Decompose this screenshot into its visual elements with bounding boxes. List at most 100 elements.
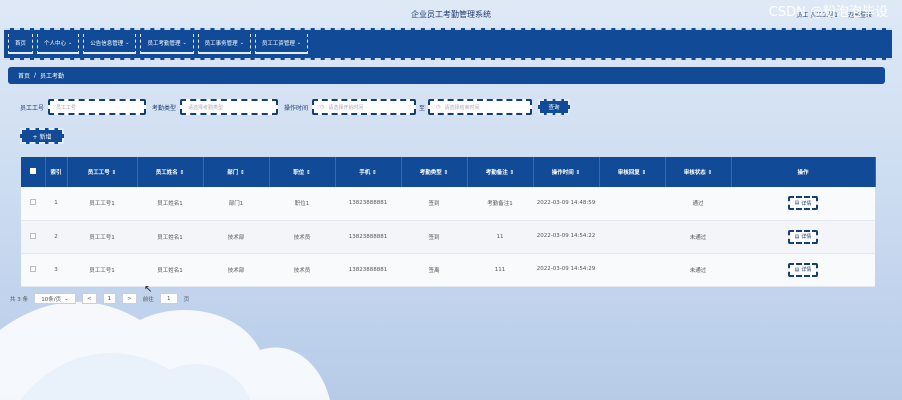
- column-header-6[interactable]: 考勤类型 ⇕: [401, 157, 468, 187]
- cell-name: 员工姓名1: [137, 220, 203, 254]
- table-row: 2 员工工号1 员工姓名1 技术部 技术员 13823888881 签到 11 2022-03-…: [21, 220, 875, 254]
- cell-reply: [599, 253, 665, 287]
- nav-item-2[interactable]: 公告信息管理 ⌄: [83, 34, 137, 54]
- watermark: CSDN @粉泡泡毕设: [768, 5, 888, 20]
- cell-type: 签到: [401, 220, 467, 254]
- range-to-label: 至: [419, 104, 426, 112]
- nav-item-5[interactable]: 员工工资管理 ⌄: [254, 34, 309, 54]
- row-checkbox[interactable]: [21, 220, 45, 254]
- goto-label: 前往: [142, 296, 154, 303]
- chevron-down-icon: ⌄: [125, 40, 130, 46]
- emp-no-input[interactable]: 员工工号: [48, 99, 147, 115]
- cell-time: 2022-03-09 14:54:22: [533, 220, 599, 254]
- start-time-picker[interactable]: ◷ 请选择开始时间: [312, 99, 417, 115]
- type-select[interactable]: 请选择考勤类型: [180, 99, 279, 115]
- system-title: 企业员工考勤管理系统: [411, 10, 491, 19]
- cell-action: ▤ 详情: [731, 220, 875, 254]
- next-page-button[interactable]: >: [122, 293, 137, 304]
- row-checkbox[interactable]: [21, 253, 45, 287]
- cell-status: 未通过: [665, 220, 731, 254]
- column-header-0: 索引: [45, 157, 68, 187]
- breadcrumb-separator: /: [34, 72, 37, 79]
- clock-icon: ◷: [320, 104, 325, 110]
- cell-index: 3: [45, 253, 67, 287]
- app-root: 企业员工考勤管理系统 员工 员工工号1 退出登录 首页 个人中心 ⌄ 公告信息管理 ⌄ 员…: [0, 0, 902, 304]
- breadcrumb-home[interactable]: 首页: [18, 71, 30, 80]
- cell-position: 技术员: [269, 220, 335, 254]
- column-header-2[interactable]: 员工姓名 ⇕: [137, 157, 204, 187]
- cell-reply: [599, 187, 665, 221]
- breadcrumb-current: 员工考勤: [40, 73, 65, 80]
- chevron-down-icon: ⌄: [182, 40, 187, 46]
- nav-item-3[interactable]: 员工考勤管理 ⌄: [140, 34, 194, 54]
- document-icon: ▤: [794, 233, 800, 240]
- add-button[interactable]: + 新增: [20, 128, 64, 144]
- query-button[interactable]: 查询: [538, 99, 571, 115]
- cell-reply: [599, 220, 665, 254]
- detail-button[interactable]: ▤ 详情: [787, 262, 819, 277]
- cell-time: 2022-03-09 14:54:29: [533, 253, 599, 287]
- page-size-select[interactable]: 10条/页 ⌄: [34, 293, 76, 304]
- cell-remark: 111: [467, 253, 533, 287]
- document-icon: ▤: [794, 266, 800, 273]
- select-all-checkbox[interactable]: [21, 157, 46, 187]
- cell-name: 员工姓名1: [137, 187, 203, 221]
- cell-index: 1: [45, 187, 67, 221]
- column-header-8[interactable]: 操作时间 ⇕: [533, 157, 600, 187]
- cell-position: 技术员: [269, 253, 335, 287]
- clock-icon: ◷: [436, 104, 441, 110]
- total-count: 共 3 条: [10, 296, 28, 303]
- cell-type: 签离: [401, 253, 467, 287]
- cell-type: 签到: [401, 187, 467, 221]
- cell-time: 2022-03-09 14:48:59: [533, 187, 599, 221]
- nav-item-4[interactable]: 员工事务管理 ⌄: [197, 34, 251, 54]
- column-header-5[interactable]: 手机 ⇕: [335, 157, 402, 187]
- prev-page-button[interactable]: <: [82, 293, 97, 304]
- search-bar: 员工工号 员工工号 考勤类型 请选择考勤类型 操作时间 ◷ 请选择开始时间 至 …: [20, 99, 571, 115]
- end-time-picker[interactable]: ◷ 请选择结束时间: [428, 99, 533, 115]
- main-nav: 首页 个人中心 ⌄ 公告信息管理 ⌄ 员工考勤管理 ⌄ 员工事务管理 ⌄ 员工工资管理 ⌄: [4, 28, 892, 60]
- cell-phone: 13823888881: [335, 187, 401, 221]
- document-icon: ▤: [794, 200, 800, 207]
- pagination: 共 3 条 10条/页 ⌄ < 1 > 前往 1 页: [10, 293, 189, 304]
- emp-no-label: 员工工号: [20, 104, 45, 112]
- detail-button[interactable]: ▤ 详情: [787, 196, 819, 211]
- cell-position: 职位1: [269, 187, 335, 221]
- chevron-down-icon: ⌄: [296, 40, 302, 46]
- column-header-11: 操作: [731, 157, 876, 187]
- goto-input[interactable]: 1: [159, 293, 178, 304]
- column-header-3[interactable]: 部门 ⇕: [203, 157, 270, 187]
- nav-item-0[interactable]: 首页: [8, 34, 34, 54]
- page-unit: 页: [183, 296, 190, 303]
- page-1-button[interactable]: 1: [102, 293, 117, 304]
- cell-dept: 技术部: [203, 253, 269, 287]
- nav-item-1[interactable]: 个人中心 ⌄: [37, 34, 80, 54]
- cell-phone: 13823888881: [335, 253, 401, 287]
- cell-status: 未通过: [665, 253, 731, 287]
- cell-remark: 11: [467, 220, 533, 254]
- type-label: 考勤类型: [152, 104, 177, 112]
- top-bar: 企业员工考勤管理系统 员工 员工工号1 退出登录: [0, 0, 902, 28]
- column-header-9[interactable]: 审核回复 ⇕: [599, 157, 666, 187]
- column-header-10[interactable]: 审核状态 ⇕: [665, 157, 732, 187]
- column-header-4[interactable]: 职位 ⇕: [269, 157, 336, 187]
- time-label: 操作时间: [284, 104, 309, 112]
- cell-status: 通过: [665, 187, 731, 221]
- column-header-7[interactable]: 考勤备注 ⇕: [467, 157, 534, 187]
- cell-action: ▤ 详情: [731, 187, 875, 221]
- breadcrumb: 首页 / 员工考勤: [8, 67, 885, 84]
- table-header-row: 索引 员工工号 ⇕ 员工姓名 ⇕ 部门 ⇕ 职位 ⇕ 手机 ⇕ 考勤类型 ⇕ 考勤备注 ⇕ 操作…: [21, 157, 876, 187]
- row-checkbox[interactable]: [21, 187, 45, 221]
- chevron-down-icon: ⌄: [68, 40, 73, 46]
- cell-emp_no: 员工工号1: [67, 187, 137, 221]
- column-header-1[interactable]: 员工工号 ⇕: [67, 157, 138, 187]
- mouse-cursor-icon: ↖: [144, 284, 153, 295]
- cell-dept: 部门1: [203, 187, 269, 221]
- detail-button[interactable]: ▤ 详情: [787, 229, 819, 244]
- cell-remark: 考勤备注1: [467, 187, 533, 221]
- cell-emp_no: 员工工号1: [67, 253, 137, 287]
- cell-phone: 13823888881: [335, 220, 401, 254]
- chevron-down-icon: ⌄: [64, 295, 69, 302]
- chevron-down-icon: ⌄: [239, 40, 244, 46]
- table-row: 1 员工工号1 员工姓名1 部门1 职位1 13823888881 签到 考勤备注1 2022-…: [21, 187, 875, 221]
